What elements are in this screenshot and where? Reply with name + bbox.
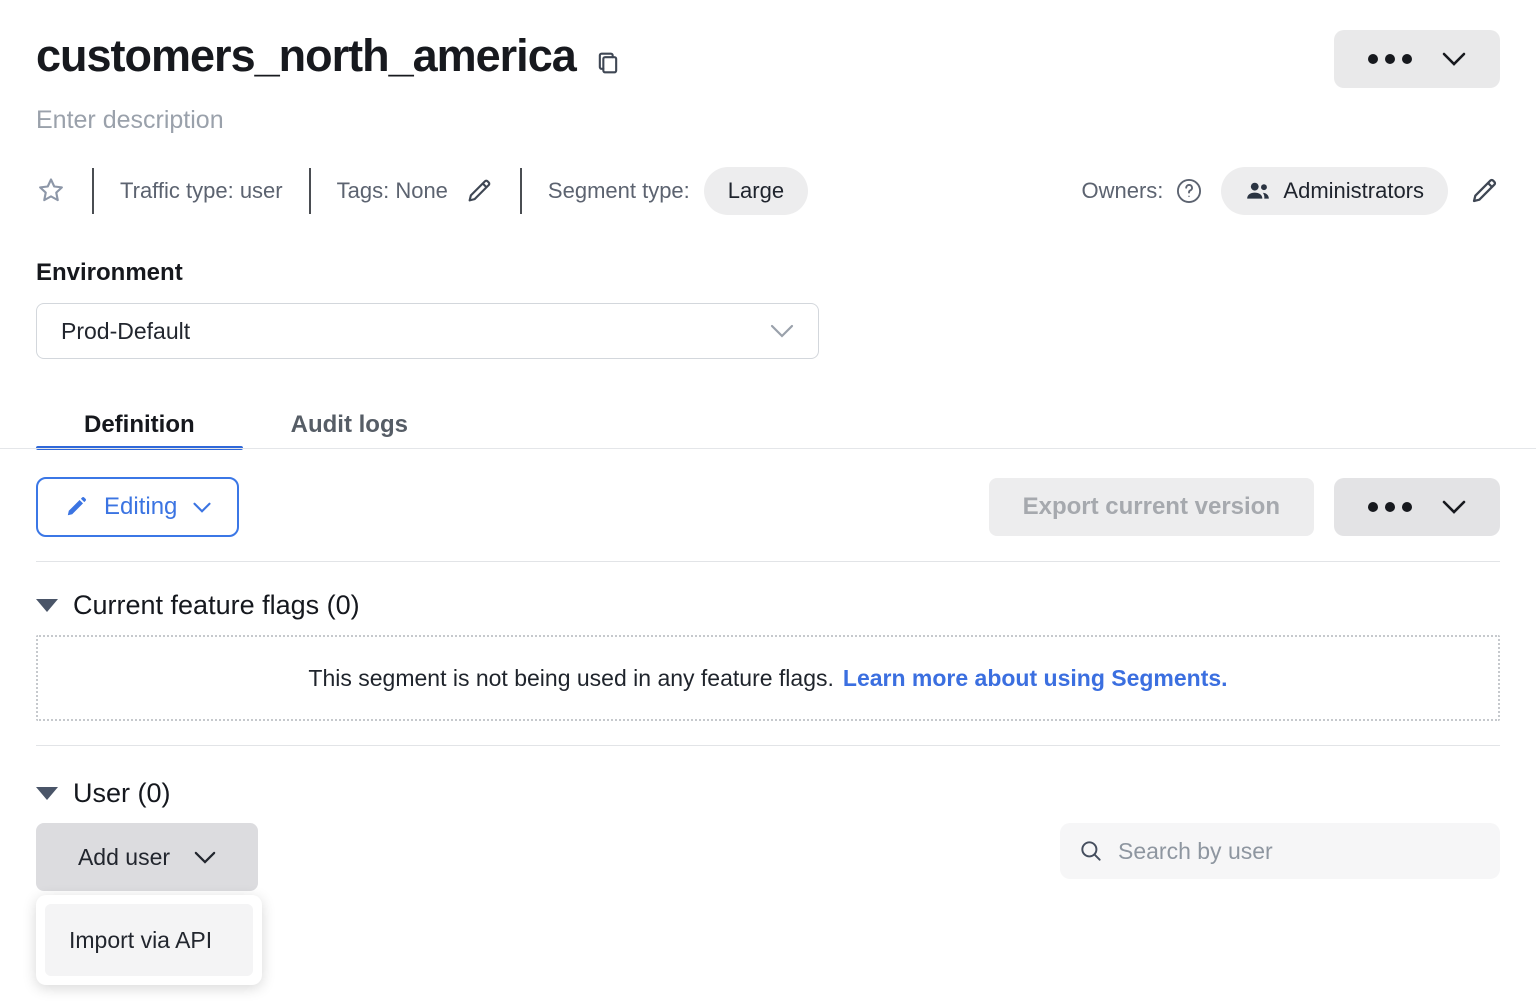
empty-state-text: This segment is not being used in any fe…: [308, 665, 833, 692]
user-search-box[interactable]: [1060, 823, 1500, 879]
add-user-button[interactable]: Add user: [36, 823, 258, 891]
search-icon: [1078, 838, 1104, 864]
copy-icon: [594, 48, 622, 78]
people-icon: [1245, 180, 1271, 202]
environment-label: Environment: [36, 259, 1500, 287]
user-section-title: User (0): [73, 778, 171, 809]
learn-more-link[interactable]: Learn more about using Segments.: [843, 665, 1228, 692]
edit-owners-button[interactable]: [1468, 175, 1500, 207]
tags-label: Tags: None: [337, 178, 448, 204]
segment-type-label: Segment type:: [548, 178, 690, 204]
divider: [309, 168, 311, 214]
star-icon: [36, 176, 66, 206]
chevron-down-icon: [193, 502, 211, 513]
owners-badge[interactable]: Administrators: [1221, 167, 1448, 215]
description-field[interactable]: Enter description: [36, 106, 1500, 135]
pencil-icon: [64, 495, 88, 519]
segment-more-actions-button[interactable]: [1334, 30, 1500, 88]
editing-label: Editing: [104, 493, 177, 521]
divider: [520, 168, 522, 214]
environment-select[interactable]: Prod-Default: [36, 303, 819, 359]
copy-title-button[interactable]: [594, 34, 622, 78]
feature-flags-section-header[interactable]: Current feature flags (0): [36, 590, 1500, 621]
caret-down-icon: [36, 787, 58, 800]
user-section-header[interactable]: User (0): [36, 778, 1500, 809]
tab-audit-logs[interactable]: Audit logs: [243, 401, 456, 449]
divider: [36, 561, 1500, 562]
tab-audit-logs-label: Audit logs: [291, 411, 408, 439]
chevron-down-icon: [1442, 500, 1466, 514]
user-search-input[interactable]: [1118, 838, 1482, 865]
definition-toolbar: Editing Export current version: [36, 477, 1500, 537]
segment-type-badge: Large: [704, 167, 808, 215]
user-controls-row: Add user Import via API: [36, 823, 1500, 891]
help-question-icon[interactable]: [1175, 177, 1203, 205]
definition-more-actions-button[interactable]: [1334, 478, 1500, 536]
feature-flags-empty-state: This segment is not being used in any fe…: [36, 635, 1500, 721]
add-user-label: Add user: [78, 844, 170, 871]
tab-bar-divider: [0, 448, 1536, 449]
feature-flags-section-title: Current feature flags (0): [73, 590, 360, 621]
chevron-down-icon: [1442, 52, 1466, 66]
export-current-version-button[interactable]: Export current version: [989, 478, 1314, 536]
chevron-down-icon: [194, 851, 216, 864]
editing-mode-button[interactable]: Editing: [36, 477, 239, 537]
segment-detail-page: customers_north_america Enter descriptio…: [0, 0, 1536, 1002]
header: customers_north_america: [36, 0, 1500, 88]
divider: [92, 168, 94, 214]
owners-value: Administrators: [1283, 178, 1424, 204]
meta-row: Traffic type: user Tags: None Segment ty…: [36, 163, 1500, 219]
add-user-dropdown-menu: Import via API: [36, 895, 262, 985]
tab-bar: Definition Audit logs: [36, 401, 1500, 449]
caret-down-icon: [36, 599, 58, 612]
pencil-icon: [1468, 175, 1500, 207]
chevron-down-icon: [770, 324, 794, 338]
ellipsis-icon: [1368, 502, 1412, 512]
ellipsis-icon: [1368, 54, 1412, 64]
environment-selected-value: Prod-Default: [61, 318, 190, 345]
pencil-icon: [464, 176, 494, 206]
tab-definition-label: Definition: [84, 411, 195, 439]
menu-item-import-via-api[interactable]: Import via API: [45, 904, 253, 976]
tab-definition[interactable]: Definition: [36, 401, 243, 449]
traffic-type-label: Traffic type: user: [120, 178, 283, 204]
edit-tags-button[interactable]: [464, 176, 494, 206]
page-title: customers_north_america: [36, 30, 576, 82]
favorite-star-button[interactable]: [36, 176, 66, 206]
divider: [36, 745, 1500, 746]
owners-label: Owners:: [1081, 178, 1163, 204]
